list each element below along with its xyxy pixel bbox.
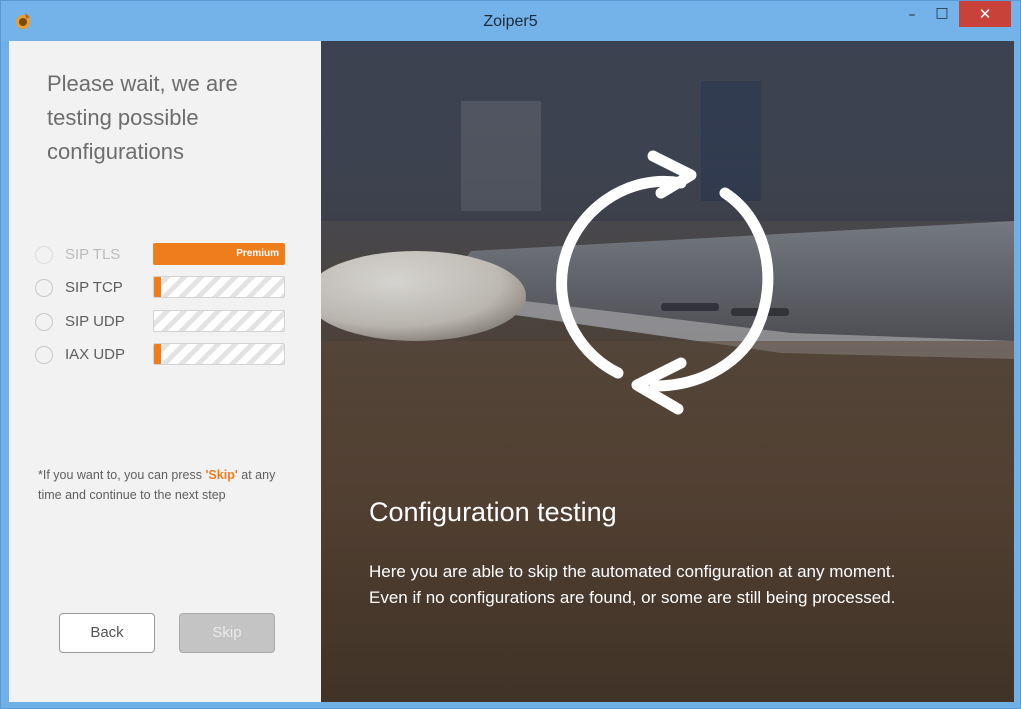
protocol-row-sip-tls: SIP TLS Premium <box>35 243 295 267</box>
protocol-radio[interactable] <box>35 346 53 364</box>
protocol-label: SIP TCP <box>65 279 123 296</box>
note-skip-word: 'Skip' <box>205 468 238 482</box>
page-heading: Please wait, we are testing possible con… <box>47 71 238 164</box>
title-bar: Zoiper5 – □ ✕ <box>1 1 1020 41</box>
back-button[interactable]: Back <box>59 613 155 653</box>
progress-bar <box>153 310 285 332</box>
progress-bar <box>153 343 285 365</box>
maximize-button[interactable]: □ <box>929 5 955 33</box>
protocol-radio[interactable] <box>35 279 53 297</box>
wizard-content: Please wait, we are testing possible con… <box>9 41 1014 702</box>
progress-fill <box>154 277 161 297</box>
protocol-label: IAX UDP <box>65 346 126 363</box>
premium-badge: Premium <box>153 243 285 265</box>
protocol-radio <box>35 246 53 264</box>
info-description: Here you are able to skip the automated … <box>369 562 896 607</box>
progress-fill <box>154 344 161 364</box>
protocol-label: SIP TLS <box>65 246 121 263</box>
protocol-label: SIP UDP <box>65 313 125 330</box>
protocol-row-sip-udp: SIP UDP <box>35 310 295 334</box>
minimize-button[interactable]: – <box>899 7 925 35</box>
left-panel: Please wait, we are testing possible con… <box>9 41 321 702</box>
note-prefix: *If you want to, you can press <box>38 468 206 482</box>
protocol-row-iax-udp: IAX UDP <box>35 343 295 367</box>
skip-button[interactable]: Skip <box>179 613 275 653</box>
refresh-cycle-icon <box>556 150 774 415</box>
protocol-row-sip-tcp: SIP TCP <box>35 276 295 300</box>
progress-bar <box>153 276 285 298</box>
skip-note: *If you want to, you can press 'Skip' at… <box>38 465 298 505</box>
info-panel: Configuration testing Here you are able … <box>321 41 1014 702</box>
info-title: Configuration testing <box>369 497 617 527</box>
protocol-radio[interactable] <box>35 313 53 331</box>
window-title: Zoiper5 <box>483 13 538 30</box>
close-button[interactable]: ✕ <box>959 1 1011 27</box>
app-window: Zoiper5 – □ ✕ Please wait, we are testin… <box>0 0 1021 709</box>
